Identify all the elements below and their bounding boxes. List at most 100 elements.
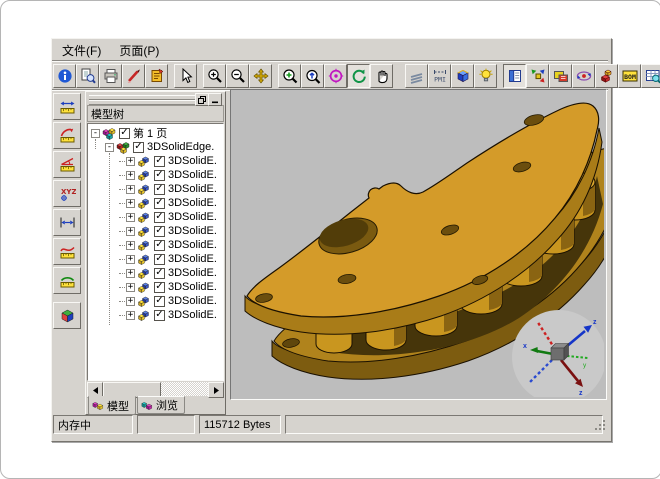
menu-file[interactable]: 文件(F) (53, 40, 110, 61)
expand-toggle[interactable] (126, 283, 135, 292)
render-mode-icon (553, 68, 569, 84)
dim-angle-button[interactable] (53, 151, 81, 178)
rotate-center-button[interactable] (324, 64, 347, 88)
status-cell-4 (285, 415, 603, 434)
menu-page[interactable]: 页面(P) (110, 40, 168, 61)
select-button[interactable] (174, 64, 197, 88)
collapse-toggle[interactable] (105, 143, 114, 152)
zoom-out-button[interactable] (226, 64, 249, 88)
visibility-checkbox[interactable] (154, 310, 165, 321)
scrollbar-track[interactable] (161, 382, 208, 396)
tree-row-page[interactable]: 第 1 页 (88, 126, 223, 140)
dim-coordinate-icon: XYZ (59, 185, 76, 202)
zoom-in-button[interactable] (203, 64, 226, 88)
export-page-button[interactable] (145, 64, 168, 88)
dim-arc-button[interactable] (53, 267, 81, 294)
dim-horizontal-button[interactable] (53, 93, 81, 120)
visibility-checkbox[interactable] (133, 142, 144, 153)
collapse-toggle[interactable] (91, 129, 100, 138)
measure-3d-button[interactable] (53, 302, 81, 329)
tab-model[interactable]: 模型 (88, 396, 136, 415)
tree-connector (119, 203, 125, 204)
expand-toggle[interactable] (126, 241, 135, 250)
visibility-checkbox[interactable] (154, 296, 165, 307)
tree-row-part[interactable]: 3DSolidE. (88, 252, 223, 266)
print-button[interactable] (99, 64, 122, 88)
tree-connector (119, 217, 125, 218)
viewport-3d[interactable]: z x y z (230, 89, 607, 400)
view-cube-button[interactable] (451, 64, 474, 88)
tree-row-part[interactable]: 3DSolidE. (88, 280, 223, 294)
float-icon (198, 96, 206, 104)
expand-toggle[interactable] (126, 185, 135, 194)
expand-toggle[interactable] (126, 199, 135, 208)
orbit-button[interactable] (572, 64, 595, 88)
zoom-dynamic-button[interactable] (301, 64, 324, 88)
pmi-button[interactable]: PMI (428, 64, 451, 88)
expand-toggle[interactable] (126, 213, 135, 222)
expand-toggle[interactable] (126, 171, 135, 180)
tree-row-part[interactable]: 3DSolidE. (88, 308, 223, 322)
visibility-checkbox[interactable] (154, 198, 165, 209)
status-cell-memory: 内存中 (53, 415, 133, 434)
tree-row-assembly[interactable]: 3DSolidEdge. (88, 140, 223, 154)
dim-curve-button[interactable] (53, 238, 81, 265)
lighting-button[interactable] (474, 64, 497, 88)
solid-blocks-button[interactable] (595, 64, 618, 88)
tree-row-part[interactable]: 3DSolidE. (88, 168, 223, 182)
visibility-checkbox[interactable] (154, 268, 165, 279)
table-magnifier-icon (645, 68, 660, 84)
tree-label: 3DSolidE. (168, 239, 217, 251)
visibility-checkbox[interactable] (154, 226, 165, 237)
print-icon (103, 68, 119, 84)
visibility-checkbox[interactable] (154, 282, 165, 293)
resize-grip[interactable] (595, 418, 607, 432)
expand-toggle[interactable] (126, 311, 135, 320)
zoom-window-icon (282, 68, 298, 84)
info-button[interactable] (53, 64, 76, 88)
part-icon (137, 211, 152, 224)
expand-toggle[interactable] (126, 269, 135, 278)
arrow-left-icon (93, 387, 98, 394)
expand-toggle[interactable] (126, 297, 135, 306)
panel-float-button[interactable] (195, 93, 209, 106)
zoom-window-button[interactable] (278, 64, 301, 88)
pan-arrows-button[interactable] (249, 64, 272, 88)
visibility-checkbox[interactable] (154, 212, 165, 223)
explode-button[interactable] (526, 64, 549, 88)
pan-hand-button[interactable] (370, 64, 393, 88)
tree-row-part[interactable]: 3DSolidE. (88, 154, 223, 168)
expand-toggle[interactable] (126, 255, 135, 264)
render-mode-button[interactable] (549, 64, 572, 88)
tab-browse[interactable]: 浏览 (137, 396, 185, 414)
expand-toggle[interactable] (126, 157, 135, 166)
tree-row-part[interactable]: 3DSolidE. (88, 182, 223, 196)
visibility-checkbox[interactable] (154, 184, 165, 195)
section-planes-button[interactable] (405, 64, 428, 88)
annotate-button[interactable] (122, 64, 145, 88)
bom-button[interactable]: BOM (618, 64, 641, 88)
tree-row-part[interactable]: 3DSolidE. (88, 294, 223, 308)
model-tree-panel: 模型树 第 1 页 3DSolidEdge. (85, 91, 226, 415)
dim-distance-button[interactable] (53, 209, 81, 236)
tree-horizontal-scrollbar[interactable] (87, 382, 224, 396)
expand-toggle[interactable] (126, 227, 135, 236)
visibility-checkbox[interactable] (119, 128, 130, 139)
visibility-checkbox[interactable] (154, 254, 165, 265)
tree-row-part[interactable]: 3DSolidE. (88, 238, 223, 252)
dim-coordinate-button[interactable]: XYZ (53, 180, 81, 207)
table-view-button[interactable] (641, 64, 660, 88)
visibility-checkbox[interactable] (154, 170, 165, 181)
panel-hide-button[interactable] (208, 93, 222, 106)
model-tree-panel-button[interactable] (503, 64, 526, 88)
visibility-checkbox[interactable] (154, 240, 165, 251)
print-preview-button[interactable] (76, 64, 99, 88)
tree-row-part[interactable]: 3DSolidE. (88, 196, 223, 210)
dim-radius-button[interactable] (53, 122, 81, 149)
tree-row-part[interactable]: 3DSolidE. (88, 266, 223, 280)
rotate-button[interactable] (347, 64, 370, 88)
panel-header[interactable] (86, 92, 225, 105)
visibility-checkbox[interactable] (154, 156, 165, 167)
tree-row-part[interactable]: 3DSolidE. (88, 224, 223, 238)
tree-row-part[interactable]: 3DSolidE. (88, 210, 223, 224)
